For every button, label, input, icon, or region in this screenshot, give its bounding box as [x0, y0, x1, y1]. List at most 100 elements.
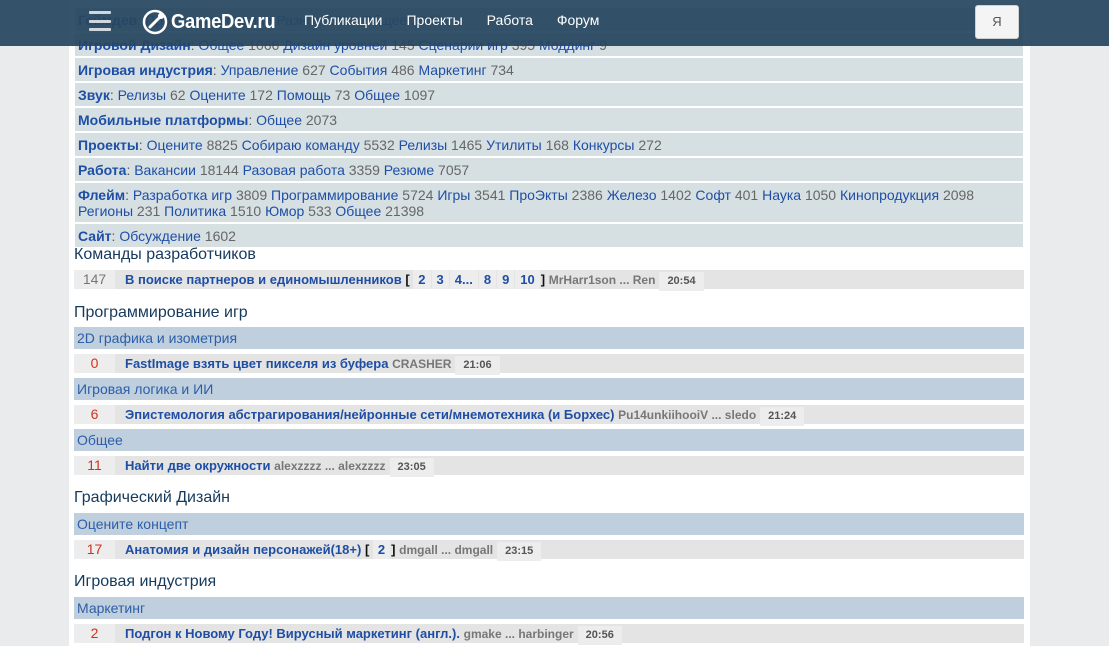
reply-count: 11: [74, 456, 115, 475]
topic-count: 533: [304, 203, 332, 219]
user-button[interactable]: Я: [975, 5, 1019, 39]
reply-count: 17: [74, 540, 115, 559]
subforum-rate-concept[interactable]: Оцените концепт: [74, 513, 1024, 535]
subforum-link[interactable]: Регионы: [78, 203, 133, 219]
topic-authors: alexzzzz ... alexzzzz: [274, 459, 386, 473]
topic-count: 5532: [359, 137, 395, 153]
page-content: Геймдев: Программирование Разное 1013 Об…: [69, 0, 1030, 646]
topic-count: 231: [133, 203, 161, 219]
topic-count: 172: [245, 87, 273, 103]
topic-count: 2098: [939, 187, 975, 203]
subforum-link[interactable]: Общее: [256, 112, 302, 128]
category-title[interactable]: Работа: [78, 162, 126, 178]
nav-projects[interactable]: Проекты: [406, 12, 462, 28]
section-title-industry: Игровая индустрия: [74, 573, 217, 590]
page-link[interactable]: 8: [478, 270, 497, 289]
subforum-link[interactable]: События: [330, 62, 388, 78]
subforum-link[interactable]: Обсуждение: [119, 228, 201, 244]
subforum-link[interactable]: Оцените: [189, 87, 245, 103]
subforum-link[interactable]: Управление: [221, 62, 299, 78]
category-title[interactable]: Игровая индустрия: [78, 62, 213, 78]
pages-open-bracket: [: [405, 272, 410, 287]
topic-link[interactable]: FastImage взять цвет пикселя из буфера: [125, 356, 388, 371]
subforum-link[interactable]: Релизы: [118, 87, 167, 103]
topic-link[interactable]: Найти две окружности: [125, 458, 271, 473]
category-title[interactable]: Сайт: [78, 228, 112, 244]
category-title[interactable]: Проекты: [78, 137, 139, 153]
topic-line: Подгон к Новому Году! Вирусный маркетинг…: [125, 624, 622, 645]
topic-row: 147 В поиске партнеров и единомышленнико…: [74, 270, 1024, 291]
subforum-link[interactable]: Собираю команду: [242, 137, 360, 153]
topic-count: 3359: [344, 162, 380, 178]
page-link[interactable]: 9: [497, 270, 515, 289]
subforum-link[interactable]: Маркетинг: [418, 62, 486, 78]
subforum-link[interactable]: Утилиты: [486, 137, 542, 153]
topic-row: 0 FastImage взять цвет пикселя из буфера…: [74, 354, 1024, 375]
page-link[interactable]: 10: [515, 270, 540, 289]
nav-forum[interactable]: Форум: [557, 12, 600, 28]
subforum-link[interactable]: Конкурсы: [573, 137, 635, 153]
subforum-link[interactable]: Вакансии: [134, 162, 196, 178]
category-title[interactable]: Мобильные платформы: [78, 112, 248, 128]
section-title-teams: Команды разработчиков: [74, 246, 256, 263]
category-title[interactable]: Флейм: [78, 187, 125, 203]
category-row: Мобильные платформы: Общее 2073: [75, 108, 1023, 133]
topic-line: Анатомия и дизайн персонажей(18+) [ 2] d…: [125, 540, 542, 561]
topic-time: 21:24: [760, 407, 805, 426]
nav-publications[interactable]: Публикации: [304, 12, 382, 28]
subforum-link[interactable]: Резюме: [384, 162, 434, 178]
subforum-game-logic[interactable]: Игровая логика и ИИ: [74, 378, 1024, 400]
subforum-2d-graphics[interactable]: 2D графика и изометрия: [74, 327, 1024, 349]
subforum-link[interactable]: Игры: [437, 187, 470, 203]
pages-close-bracket: ]: [540, 272, 546, 287]
nav-jobs[interactable]: Работа: [487, 12, 533, 28]
topic-row: 17 Анатомия и дизайн персонажей(18+) [ 2…: [74, 540, 1024, 561]
topic-link[interactable]: Анатомия и дизайн персонажей(18+): [125, 542, 361, 557]
subforum-link[interactable]: Программирование: [271, 187, 398, 203]
subforum-link[interactable]: Общее: [354, 87, 400, 103]
subforum-link[interactable]: Релизы: [399, 137, 448, 153]
topic-link[interactable]: Подгон к Новому Году! Вирусный маркетинг…: [125, 626, 460, 641]
category-row: Звук: Релизы 62 Оцените 172 Помощь 73 Об…: [75, 83, 1023, 108]
subforum-marketing[interactable]: Маркетинг: [74, 597, 1024, 619]
topic-count: 168: [541, 137, 569, 153]
subforum-link[interactable]: Железо: [607, 187, 657, 203]
topic-line: Эпистемология абстрагирования/нейронные …: [125, 405, 805, 426]
site-logo[interactable]: GameDev.ru: [142, 7, 284, 37]
subforum-link[interactable]: Политика: [164, 203, 226, 219]
topic-count: 1050: [801, 187, 837, 203]
subforum-link[interactable]: Кинопродукция: [840, 187, 939, 203]
subforum-link[interactable]: Разовая работа: [243, 162, 345, 178]
subforum-link[interactable]: Разработка игр: [133, 187, 232, 203]
topic-row: 11 Найти две окружности alexzzzz ... ale…: [74, 456, 1024, 477]
topic-authors: Pu14unkiihooiV ... sledo: [618, 408, 757, 422]
subforum-general[interactable]: Общее: [74, 429, 1024, 451]
topic-count: 2073: [301, 112, 338, 128]
subforum-link[interactable]: Наука: [762, 187, 801, 203]
topic-count: 73: [330, 87, 351, 103]
page-link[interactable]: 4...: [449, 270, 478, 289]
logo-text: GameDev.ru: [171, 10, 276, 33]
topic-count: 3809: [232, 187, 268, 203]
topic-link[interactable]: Эпистемология абстрагирования/нейронные …: [125, 407, 615, 422]
menu-icon[interactable]: [89, 11, 111, 31]
topic-authors: MrHarr1son ... Ren: [548, 273, 656, 287]
reply-count: 0: [74, 354, 115, 373]
page-link[interactable]: 2: [372, 540, 391, 559]
section-title-design: Графический Дизайн: [74, 489, 230, 506]
reply-count: 147: [74, 270, 115, 289]
topic-line: Найти две окружности alexzzzz ... alexzz…: [125, 456, 434, 477]
subforum-link[interactable]: ПроЭкты: [509, 187, 567, 203]
subforum-link[interactable]: Общее: [335, 203, 381, 219]
topic-link[interactable]: В поиске партнеров и единомышленников: [125, 272, 402, 287]
topic-time: 21:06: [455, 356, 500, 375]
category-row: Флейм: Разработка игр 3809 Программирова…: [75, 183, 1023, 224]
subforum-link[interactable]: Юмор: [265, 203, 304, 219]
page-link[interactable]: 2: [413, 270, 431, 289]
page-link[interactable]: 3: [431, 270, 449, 289]
subforum-link[interactable]: Оцените: [147, 137, 203, 153]
subforum-link[interactable]: Помощь: [277, 87, 331, 103]
subforum-link[interactable]: Софт: [695, 187, 731, 203]
category-title[interactable]: Звук: [78, 87, 110, 103]
topic-time: 20:56: [577, 626, 622, 645]
